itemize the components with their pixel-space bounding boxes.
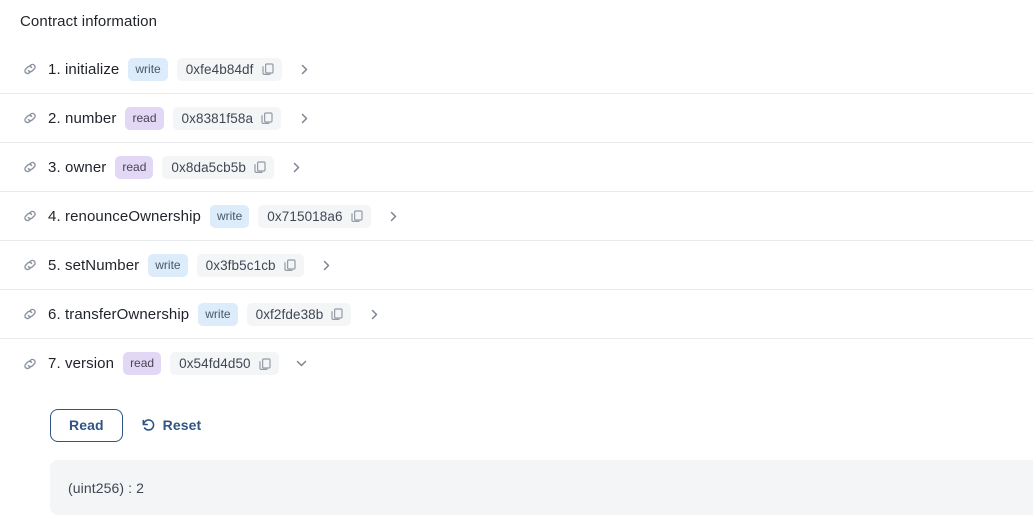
function-row-set-number[interactable]: 5. setNumber write 0x3fb5c1cb <box>0 241 1033 290</box>
copy-icon[interactable] <box>253 160 267 174</box>
link-icon <box>22 208 38 224</box>
function-name: 4. renounceOwnership <box>48 207 201 225</box>
copy-icon[interactable] <box>260 111 274 125</box>
selector-chip[interactable]: 0x8381f58a <box>172 106 282 130</box>
function-name: 3. owner <box>48 158 107 176</box>
selector-text: 0xf2fde38b <box>255 306 324 322</box>
selector-chip[interactable]: 0x54fd4d50 <box>170 352 279 375</box>
link-icon <box>22 61 38 77</box>
contract-information-panel: Contract information 1. initialize write… <box>0 0 1033 523</box>
selector-chip[interactable]: 0xf2fde38b <box>246 302 352 326</box>
function-name: 1. initialize <box>48 60 120 78</box>
action-bar: Read Reset <box>50 408 1013 442</box>
function-row-renounce-ownership[interactable]: 4. renounceOwnership write 0x715018a6 <box>0 192 1033 241</box>
selector-text: 0x3fb5c1cb <box>205 257 276 273</box>
version-expanded-panel: Read Reset (uint256) : 2 <box>0 388 1033 515</box>
copy-icon[interactable] <box>283 258 297 272</box>
function-row-version[interactable]: 7. version read 0x54fd4d50 <box>0 339 1033 388</box>
selector-text: 0x8da5cb5b <box>171 159 246 175</box>
function-name: 6. transferOwnership <box>48 305 190 323</box>
selector-chip[interactable]: 0x3fb5c1cb <box>196 253 304 277</box>
chevron-right-icon[interactable] <box>293 107 315 129</box>
link-icon <box>22 306 38 322</box>
mutability-badge: write <box>128 57 168 81</box>
chevron-down-icon[interactable] <box>291 353 313 375</box>
mutability-badge: read <box>115 155 154 179</box>
page-title: Contract information <box>20 13 158 30</box>
link-icon <box>22 356 38 372</box>
chevron-right-icon[interactable] <box>316 254 338 276</box>
reset-button-label: Reset <box>162 417 202 433</box>
result-value: (uint256) : 2 <box>68 479 145 496</box>
selector-chip[interactable]: 0x715018a6 <box>258 204 371 228</box>
mutability-badge: read <box>123 352 162 375</box>
function-row-number[interactable]: 2. number read 0x8381f58a <box>0 94 1033 143</box>
function-row-transfer-ownership[interactable]: 6. transferOwnership write 0xf2fde38b <box>0 290 1033 339</box>
chevron-right-icon[interactable] <box>294 58 316 80</box>
copy-icon[interactable] <box>258 357 272 371</box>
chevron-right-icon[interactable] <box>383 205 405 227</box>
chevron-right-icon[interactable] <box>286 156 308 178</box>
copy-icon[interactable] <box>261 62 275 76</box>
selector-text: 0x54fd4d50 <box>179 356 251 371</box>
function-name: 2. number <box>48 109 117 127</box>
selector-chip[interactable]: 0x8da5cb5b <box>162 155 274 179</box>
function-name: 5. setNumber <box>48 256 140 274</box>
copy-icon[interactable] <box>330 307 344 321</box>
selector-chip[interactable]: 0xfe4b84df <box>176 57 282 81</box>
selector-text: 0x715018a6 <box>267 208 343 224</box>
mutability-badge: write <box>209 204 250 228</box>
chevron-right-icon[interactable] <box>363 303 385 325</box>
mutability-badge: write <box>148 253 188 277</box>
selector-text: 0xfe4b84df <box>185 61 254 77</box>
reset-button[interactable]: Reset <box>139 417 204 433</box>
function-name: 7. version <box>48 355 115 372</box>
link-icon <box>22 257 38 273</box>
mutability-badge: read <box>125 106 164 130</box>
mutability-badge: write <box>198 302 238 326</box>
function-row-owner[interactable]: 3. owner read 0x8da5cb5b <box>0 143 1033 192</box>
function-list: 1. initialize write 0xfe4b84df 2. number… <box>0 45 1033 515</box>
link-icon <box>22 159 38 175</box>
selector-text: 0x8381f58a <box>181 110 254 126</box>
copy-icon[interactable] <box>350 209 364 223</box>
function-row-initialize[interactable]: 1. initialize write 0xfe4b84df <box>0 45 1033 94</box>
read-button[interactable]: Read <box>50 408 123 442</box>
undo-icon <box>141 418 156 433</box>
result-output-box: (uint256) : 2 <box>50 460 1033 515</box>
link-icon <box>22 110 38 126</box>
